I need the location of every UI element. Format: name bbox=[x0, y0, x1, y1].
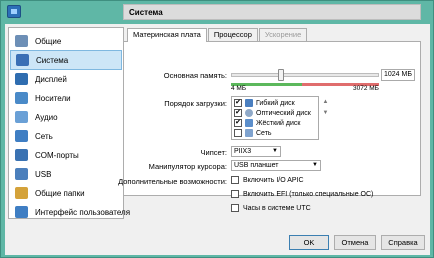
slider-thumb[interactable] bbox=[277, 69, 284, 81]
tab-processor[interactable]: Процессор bbox=[207, 28, 258, 41]
checkbox[interactable] bbox=[231, 176, 239, 184]
usb-icon bbox=[15, 168, 28, 180]
sidebar-item-general[interactable]: Общие bbox=[10, 31, 122, 51]
checkbox[interactable] bbox=[231, 204, 239, 212]
chipset-select[interactable]: PIIX3 ▼ bbox=[231, 146, 281, 157]
boot-item-hard-disk[interactable]: ✔ Жёсткий диск bbox=[234, 118, 318, 128]
boot-item-checkbox[interactable]: ✔ bbox=[234, 119, 242, 127]
memory-max-label: 3072 МБ bbox=[353, 85, 379, 92]
sidebar-item-label: USB bbox=[35, 169, 52, 179]
sidebar-item-label: Сеть bbox=[35, 131, 53, 141]
memory-spinbox[interactable]: 1024 МБ bbox=[381, 69, 415, 81]
hard-disk-icon bbox=[245, 119, 253, 127]
boot-item-floppy[interactable]: ✔ Гибкий диск bbox=[234, 98, 318, 108]
boot-item-checkbox[interactable] bbox=[234, 129, 242, 137]
display-icon bbox=[15, 73, 28, 85]
floppy-icon bbox=[245, 99, 253, 107]
shared-folders-icon bbox=[15, 187, 28, 199]
sidebar-item-user-interface[interactable]: Интерфейс пользователя bbox=[10, 202, 130, 222]
sidebar-item-usb[interactable]: USB bbox=[10, 164, 122, 184]
network-boot-icon bbox=[245, 129, 253, 137]
memory-label: Основная память: bbox=[163, 71, 227, 80]
memory-min-label: 4 МБ bbox=[231, 85, 247, 92]
sidebar-item-label: Аудио bbox=[35, 112, 58, 122]
boot-order-list: ✔ Гибкий диск ✔ Оптический диск ✔ Жёстки… bbox=[231, 96, 319, 140]
sidebar-item-network[interactable]: Сеть bbox=[10, 126, 122, 146]
sidebar-item-label: Общие папки bbox=[35, 188, 85, 198]
boot-item-label: Сеть bbox=[256, 129, 272, 137]
help-button[interactable]: Справка bbox=[381, 235, 425, 250]
efi-checkbox[interactable]: Включить EFI (только специальные ОС) bbox=[231, 190, 373, 198]
sidebar-item-label: Интерфейс пользователя bbox=[35, 207, 131, 217]
sidebar-item-storage[interactable]: Носители bbox=[10, 88, 122, 108]
settings-sidebar: Общие Система Дисплей Носители Аудио Сет… bbox=[8, 27, 130, 222]
sidebar-item-label: Система bbox=[36, 55, 69, 65]
settings-window: Test - Настройки ✕ Общие Система Дисплей… bbox=[0, 0, 434, 258]
sidebar-item-label: Дисплей bbox=[35, 74, 67, 84]
user-interface-icon bbox=[15, 206, 28, 218]
network-icon bbox=[15, 130, 28, 142]
sidebar-item-shared-folders[interactable]: Общие папки bbox=[10, 183, 122, 203]
boot-item-checkbox[interactable]: ✔ bbox=[234, 109, 242, 117]
sidebar-item-display[interactable]: Дисплей bbox=[10, 69, 122, 89]
move-up-icon[interactable]: ▲ bbox=[321, 98, 330, 107]
audio-icon bbox=[15, 111, 28, 123]
sidebar-item-label: Общие bbox=[35, 36, 62, 46]
sidebar-item-serial-ports[interactable]: COM-порты bbox=[10, 145, 122, 165]
boot-item-checkbox[interactable]: ✔ bbox=[234, 99, 242, 107]
chevron-down-icon: ▼ bbox=[312, 162, 318, 168]
optical-disc-icon bbox=[245, 109, 253, 117]
boot-item-optical[interactable]: ✔ Оптический диск bbox=[234, 108, 318, 118]
sidebar-item-audio[interactable]: Аудио bbox=[10, 107, 122, 127]
sidebar-item-label: Носители bbox=[35, 93, 71, 103]
sidebar-item-system[interactable]: Система bbox=[10, 50, 122, 70]
chipset-value: PIIX3 bbox=[234, 148, 252, 155]
boot-item-label: Оптический диск bbox=[256, 109, 311, 117]
storage-icon bbox=[15, 92, 28, 104]
boot-item-network[interactable]: Сеть bbox=[234, 128, 318, 138]
ok-button[interactable]: OK bbox=[289, 235, 329, 250]
tab-bar: Материнская плата Процессор Ускорение bbox=[127, 28, 308, 42]
memory-slider[interactable] bbox=[231, 69, 379, 86]
checkbox[interactable] bbox=[231, 190, 239, 198]
chipset-label: Чипсет: bbox=[200, 148, 227, 157]
slider-track bbox=[231, 73, 379, 77]
move-down-icon[interactable]: ▼ bbox=[321, 109, 330, 118]
extended-features-label: Дополнительные возможности: bbox=[118, 177, 227, 186]
io-apic-checkbox[interactable]: Включить I/O APIC bbox=[231, 176, 304, 184]
page-title: Система bbox=[123, 4, 421, 20]
pointing-device-label: Манипулятор курсора: bbox=[148, 162, 227, 171]
pointing-device-value: USB планшет bbox=[234, 162, 279, 169]
serial-port-icon bbox=[15, 149, 28, 161]
io-apic-label: Включить I/O APIC bbox=[243, 176, 304, 184]
sidebar-item-label: COM-порты bbox=[35, 150, 79, 160]
tab-acceleration[interactable]: Ускорение bbox=[258, 28, 308, 41]
chevron-down-icon: ▼ bbox=[272, 148, 278, 154]
utc-clock-label: Часы в системе UTC bbox=[243, 204, 311, 212]
boot-order-label: Порядок загрузки: bbox=[164, 99, 227, 108]
efi-label: Включить EFI (только специальные ОС) bbox=[243, 190, 374, 198]
system-icon bbox=[16, 54, 29, 66]
tab-motherboard[interactable]: Материнская плата bbox=[127, 28, 207, 42]
pointing-device-select[interactable]: USB планшет ▼ bbox=[231, 160, 321, 171]
cancel-button[interactable]: Отмена bbox=[334, 235, 376, 250]
utc-clock-checkbox[interactable]: Часы в системе UTC bbox=[231, 204, 311, 212]
general-icon bbox=[15, 35, 28, 47]
boot-item-label: Гибкий диск bbox=[256, 99, 295, 107]
boot-item-label: Жёсткий диск bbox=[256, 119, 301, 127]
